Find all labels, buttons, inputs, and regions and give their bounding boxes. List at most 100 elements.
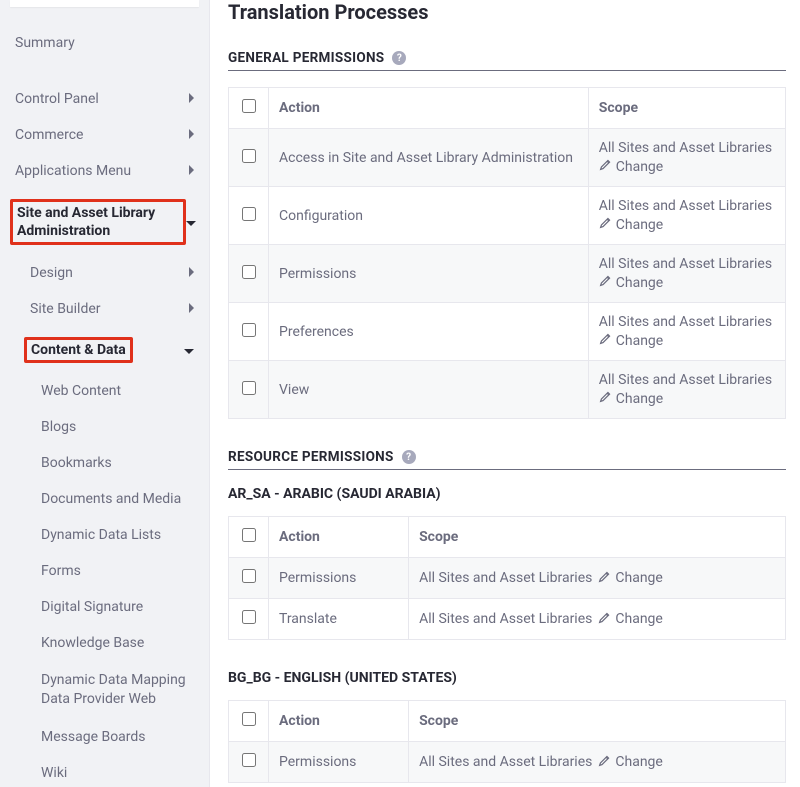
change-link[interactable]: Change [599,390,775,407]
table-row: PermissionsAll Sites and Asset Libraries… [229,558,786,599]
select-all-checkbox[interactable] [242,712,256,726]
checkbox-cell [229,361,269,419]
section-title: RESOURCE PERMISSIONS [228,449,394,465]
action-cell: Permissions [269,742,409,783]
action-cell: Translate [269,599,409,640]
change-label: Change [616,275,663,291]
sidebar-item-message-boards[interactable]: Message Boards [0,719,209,755]
change-link[interactable]: Change [599,274,775,291]
sidebar-item-bookmarks[interactable]: Bookmarks [0,445,209,481]
pencil-icon [599,390,612,407]
change-link[interactable]: Change [598,754,662,771]
action-cell: Preferences [269,303,589,361]
change-link[interactable]: Change [598,611,662,628]
scope-text: All Sites and Asset Libraries [599,372,775,388]
select-all-checkbox[interactable] [242,99,256,113]
sidebar-item-dynamic-data-mapping[interactable]: Dynamic Data Mapping Data Provider Web [0,661,209,719]
sidebar-item-label: Content & Data [24,337,133,363]
sidebar-item-control-panel[interactable]: Control Panel [0,81,209,117]
row-checkbox[interactable] [242,265,256,279]
chevron-right-icon [189,265,194,281]
help-icon[interactable]: ? [392,51,406,65]
pencil-icon [598,611,611,628]
row-checkbox[interactable] [242,323,256,337]
row-checkbox[interactable] [242,381,256,395]
main-content: Translation Processes GENERAL PERMISSION… [210,0,800,787]
pencil-icon [599,274,612,291]
checkbox-cell [229,187,269,245]
sidebar-item-site-builder[interactable]: Site Builder [0,291,209,327]
section-title: GENERAL PERMISSIONS [228,50,384,66]
sidebar: Summary Control Panel Commerce Applicati… [0,0,210,787]
scope-cell: All Sites and Asset Libraries Change [588,361,785,419]
row-checkbox[interactable] [242,569,256,583]
table-resource-permissions: ActionScopePermissionsAll Sites and Asse… [228,700,786,783]
sidebar-item-commerce[interactable]: Commerce [0,117,209,153]
checkbox-header [229,88,269,129]
change-link[interactable]: Change [598,570,662,587]
table-row: PermissionsAll Sites and Asset Libraries… [229,742,786,783]
change-label: Change [616,217,663,233]
pencil-icon [598,570,611,587]
action-cell: Configuration [269,187,589,245]
sidebar-item-label: Digital Signature [41,599,143,615]
sidebar-item-applications-menu[interactable]: Applications Menu [0,153,209,189]
change-link[interactable]: Change [599,158,775,175]
sidebar-item-site-asset-admin[interactable]: Site and Asset Library Administration [0,189,209,255]
sidebar-item-summary[interactable]: Summary [0,25,209,61]
change-link[interactable]: Change [599,332,775,349]
sidebar-item-label: Site and Asset Library Administration [10,199,186,245]
checkbox-cell [229,129,269,187]
checkbox-cell [229,558,269,599]
sidebar-item-label: Control Panel [15,91,99,107]
scope-cell: All Sites and Asset LibrariesChange [409,742,786,783]
sidebar-item-label: Documents and Media [41,491,181,507]
sidebar-item-label: Design [30,265,73,281]
sidebar-item-design[interactable]: Design [0,255,209,291]
change-label: Change [616,159,663,175]
pencil-icon [599,216,612,233]
row-checkbox[interactable] [242,753,256,767]
sidebar-item-knowledge-base[interactable]: Knowledge Base [0,625,209,661]
sidebar-item-dynamic-data-lists[interactable]: Dynamic Data Lists [0,517,209,553]
sidebar-item-label: Wiki [41,765,67,781]
row-checkbox[interactable] [242,149,256,163]
chevron-right-icon [189,91,194,107]
scope-cell: All Sites and Asset LibrariesChange [588,129,785,187]
change-label: Change [615,611,662,627]
sidebar-top-card [10,0,199,7]
section-header-general-permissions: GENERAL PERMISSIONS ? [228,50,786,71]
table-row: View All Sites and Asset Libraries Change [229,361,786,419]
sidebar-item-label: Blogs [41,419,76,435]
change-label: Change [615,570,662,586]
action-header: Action [269,88,589,129]
row-checkbox[interactable] [242,610,256,624]
resource-group-title: BG_BG - ENGLISH (UNITED STATES) [228,670,786,686]
sidebar-item-blogs[interactable]: Blogs [0,409,209,445]
sidebar-item-documents-media[interactable]: Documents and Media [0,481,209,517]
sidebar-item-digital-signature[interactable]: Digital Signature [0,589,209,625]
scope-cell: All Sites and Asset LibrariesChange [409,558,786,599]
sidebar-item-content-data[interactable]: Content & Data [0,327,209,373]
sidebar-item-forms[interactable]: Forms [0,553,209,589]
table-header-row: ActionScope [229,517,786,558]
scope-header: Scope [409,517,786,558]
section-header-resource-permissions: RESOURCE PERMISSIONS ? [228,449,786,470]
scope-header: Scope [409,701,786,742]
table-resource-permissions: ActionScopePermissionsAll Sites and Asse… [228,516,786,640]
row-checkbox[interactable] [242,207,256,221]
sidebar-item-web-content[interactable]: Web Content [0,373,209,409]
action-cell: Permissions [269,558,409,599]
pencil-icon [599,158,612,175]
select-all-checkbox[interactable] [242,528,256,542]
help-icon[interactable]: ? [402,450,416,464]
sidebar-item-wiki[interactable]: Wiki [0,755,209,787]
action-header: Action [269,517,409,558]
checkbox-cell [229,303,269,361]
scope-cell: All Sites and Asset Libraries Change [588,187,785,245]
action-cell: View [269,361,589,419]
change-link[interactable]: Change [599,216,775,233]
checkbox-cell [229,599,269,640]
resource-group-title: AR_SA - ARABIC (SAUDI ARABIA) [228,486,786,502]
scope-text: All Sites and Asset Libraries [599,198,775,214]
